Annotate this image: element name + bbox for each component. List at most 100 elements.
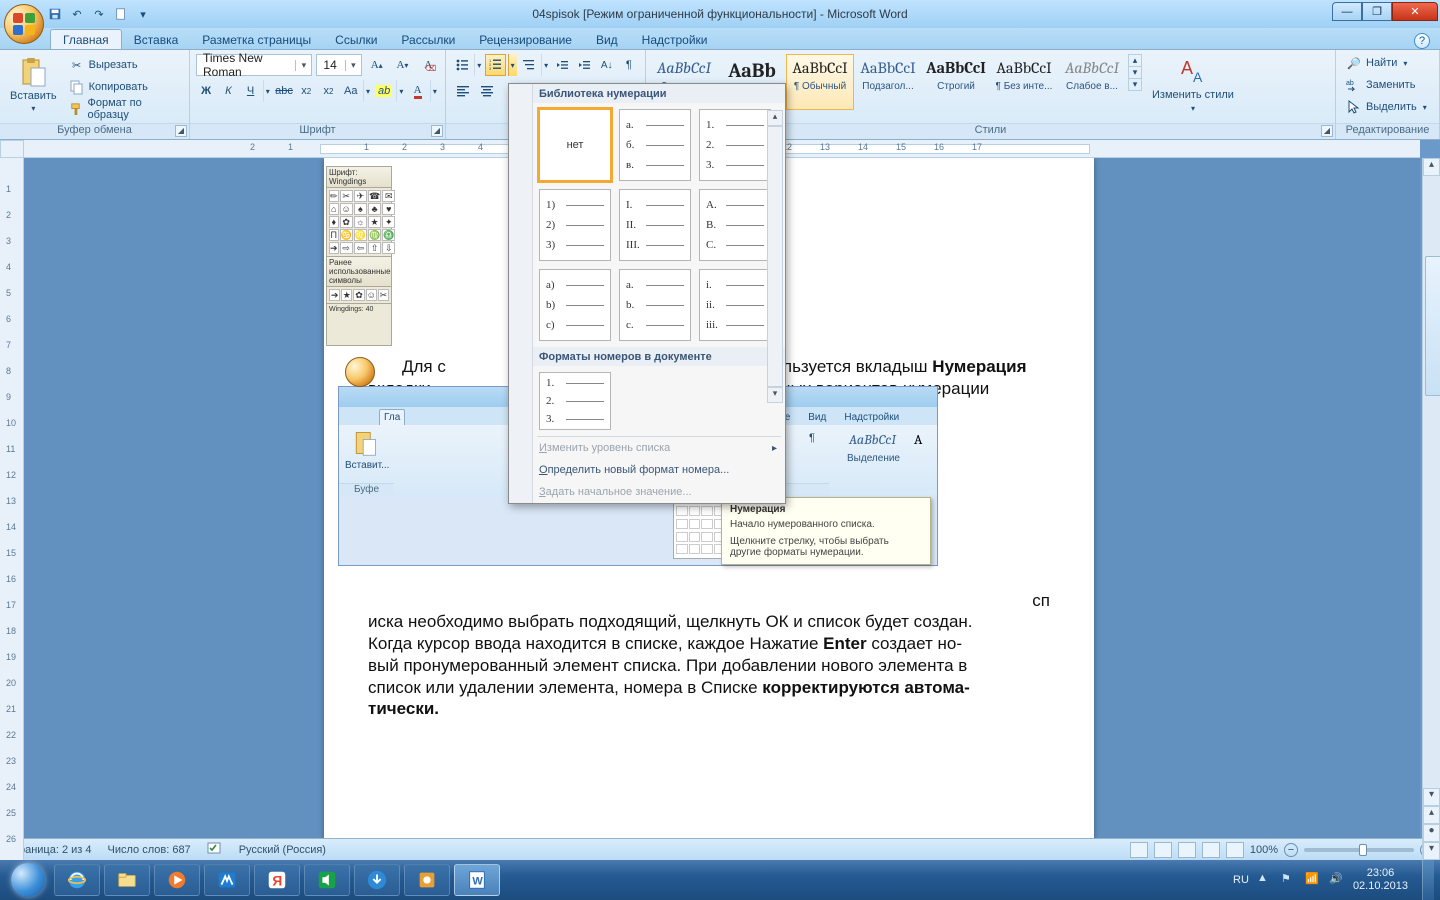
highlight-button[interactable]: ab — [374, 80, 394, 102]
tab-mailings[interactable]: Рассылки — [389, 30, 467, 49]
paste-dropdown-icon[interactable]: ▾ — [31, 104, 35, 113]
numbering-option[interactable]: I.II.III. — [619, 189, 691, 261]
prev-page-icon[interactable]: ▴ — [1423, 806, 1440, 824]
taskbar-app1[interactable] — [404, 864, 450, 896]
font-color-button[interactable]: A — [407, 80, 427, 102]
tray-clock[interactable]: 23:0602.10.2013 — [1353, 867, 1408, 892]
select-button[interactable]: Выделить▾ — [1342, 96, 1431, 118]
underline-dd[interactable]: ▾ — [263, 80, 272, 102]
tray-volume-icon[interactable]: 🔊 — [1329, 872, 1345, 888]
font-name-combo[interactable]: Times New Roman▾ — [196, 54, 312, 76]
tab-insert[interactable]: Вставка — [122, 30, 191, 49]
scroll-up-icon[interactable]: ▴ — [1423, 158, 1440, 176]
taskbar-yandex[interactable]: Я — [254, 864, 300, 896]
shrink-font-button[interactable]: A▾ — [392, 54, 414, 76]
numbering-option[interactable]: A.B.C. — [699, 189, 771, 261]
numbering-dd[interactable]: ▾ — [508, 54, 517, 76]
sort-button[interactable]: A↓ — [597, 54, 617, 76]
multilevel-button[interactable] — [519, 54, 539, 76]
replace-button[interactable]: abЗаменить — [1342, 74, 1419, 96]
tab-review[interactable]: Рецензирование — [467, 30, 584, 49]
taskbar-word-active[interactable]: W — [454, 864, 500, 896]
case-dd[interactable]: ▾ — [363, 80, 372, 102]
highlight-dd[interactable]: ▾ — [396, 80, 405, 102]
numbering-option[interactable]: 1)2)3) — [539, 189, 611, 261]
multilevel-dd[interactable]: ▾ — [541, 54, 550, 76]
format-painter-button[interactable]: Формат по образцу — [65, 98, 183, 120]
zoom-level[interactable]: 100% — [1250, 844, 1278, 856]
taskbar-download[interactable] — [354, 864, 400, 896]
styles-dialog-launcher[interactable]: ◢ — [1321, 125, 1333, 137]
chevron-down-icon[interactable]: ▾ — [295, 60, 311, 71]
ruler-corner[interactable] — [0, 140, 24, 158]
taskbar-explorer[interactable] — [104, 864, 150, 896]
view-fullscreen-button[interactable] — [1154, 842, 1172, 858]
numbering-option[interactable]: 1.2.3. — [699, 109, 771, 181]
font-dialog-launcher[interactable]: ◢ — [431, 125, 443, 137]
taskbar-sound[interactable] — [304, 864, 350, 896]
chevron-down-icon[interactable]: ▾ — [345, 60, 361, 71]
cut-button[interactable]: ✂Вырезать — [65, 54, 183, 76]
ruler-vertical[interactable]: 1234567891011121314151617181920212223242… — [0, 158, 24, 860]
change-case-button[interactable]: Aa — [341, 80, 361, 102]
font-size-combo[interactable]: 14▾ — [316, 54, 361, 76]
copy-button[interactable]: Копировать — [65, 76, 183, 98]
italic-button[interactable]: К — [218, 80, 238, 102]
numbering-option[interactable]: a.b.c. — [619, 269, 691, 341]
tab-addins[interactable]: Надстройки — [630, 30, 720, 49]
status-spellcheck-icon[interactable] — [207, 841, 223, 858]
qat-save-icon[interactable] — [46, 5, 64, 23]
maximize-button[interactable]: ❐ — [1362, 2, 1392, 21]
clear-formatting-button[interactable]: A⌫ — [417, 54, 439, 76]
show-desktop-button[interactable] — [1422, 860, 1434, 900]
grow-font-button[interactable]: A▴ — [366, 54, 388, 76]
numbering-docfmt[interactable]: 1.2.3. — [539, 372, 611, 430]
scroll-thumb[interactable] — [1425, 256, 1440, 396]
view-printlayout-button[interactable] — [1130, 842, 1148, 858]
tray-network-icon[interactable]: 📶 — [1305, 872, 1321, 888]
bullets-dd[interactable]: ▾ — [474, 54, 483, 76]
view-outline-button[interactable] — [1202, 842, 1220, 858]
next-page-icon[interactable]: ▾ — [1423, 842, 1440, 860]
strike-button[interactable]: abc — [274, 80, 294, 102]
tray-flag-icon[interactable]: ▲ — [1257, 872, 1273, 888]
paste-button[interactable]: Вставить ▾ — [6, 54, 61, 115]
numbering-option[interactable]: а.б.в. — [619, 109, 691, 181]
show-marks-button[interactable]: ¶ — [619, 54, 639, 76]
tab-view[interactable]: Вид — [584, 30, 630, 49]
bold-button[interactable]: Ж — [196, 80, 216, 102]
change-styles-button[interactable]: AA Изменить стили ▾ — [1148, 54, 1238, 115]
decrease-indent-button[interactable] — [552, 54, 572, 76]
underline-button[interactable]: Ч — [240, 80, 260, 102]
scroll-down-icon[interactable]: ▾ — [1423, 788, 1440, 806]
styles-scroll[interactable]: ▴ ▾ ▾ — [1128, 54, 1142, 91]
office-button[interactable] — [4, 4, 44, 44]
define-new-number-format-item[interactable]: Определить новый формат номера... — [509, 459, 785, 481]
increase-indent-button[interactable] — [574, 54, 594, 76]
style-subtitle[interactable]: AaBbCcIПодзагол... — [854, 54, 922, 110]
style-nospacing[interactable]: AaBbCcI¶ Без инте... — [990, 54, 1058, 110]
start-button[interactable] — [6, 863, 50, 897]
numbering-option[interactable]: a)b)c) — [539, 269, 611, 341]
status-words[interactable]: Число слов: 687 — [108, 844, 191, 856]
align-left-button[interactable] — [452, 80, 474, 102]
minimize-button[interactable]: — — [1332, 2, 1362, 21]
qat-undo-icon[interactable]: ↶ — [68, 5, 86, 23]
taskbar-maxthon[interactable] — [204, 864, 250, 896]
close-button[interactable]: ✕ — [1392, 2, 1438, 21]
zoom-slider[interactable] — [1304, 848, 1414, 852]
view-draft-button[interactable] — [1226, 842, 1244, 858]
bullets-button[interactable] — [452, 54, 472, 76]
subscript-button[interactable]: x2 — [296, 80, 316, 102]
help-icon[interactable]: ? — [1414, 33, 1430, 49]
qat-new-icon[interactable] — [112, 5, 130, 23]
tray-lang[interactable]: RU — [1233, 874, 1249, 886]
style-strong[interactable]: AaBbCcIСтрогий — [922, 54, 990, 110]
find-button[interactable]: 🔎Найти▾ — [1342, 52, 1411, 74]
numbering-option[interactable]: i.ii.iii. — [699, 269, 771, 341]
dropdown-scrollbar[interactable]: ▴▾ — [767, 110, 783, 403]
style-subtle[interactable]: AaBbCcIСлабое в... — [1058, 54, 1126, 110]
taskbar-mediaplayer[interactable] — [154, 864, 200, 896]
font-color-dd[interactable]: ▾ — [430, 80, 439, 102]
numbering-button[interactable]: 123 — [485, 54, 505, 76]
